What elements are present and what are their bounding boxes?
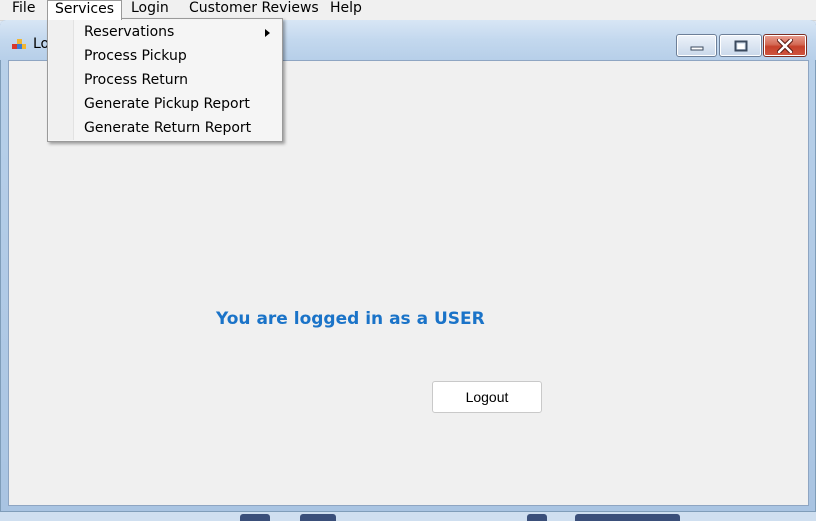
minimize-icon xyxy=(690,46,703,50)
menu-services[interactable]: Services xyxy=(47,0,123,20)
menu-item-process-pickup[interactable]: Process Pickup xyxy=(49,44,281,68)
menu-login[interactable]: Login xyxy=(124,0,176,19)
menu-item-label: Process Return xyxy=(84,72,189,88)
menu-item-label: Generate Pickup Report xyxy=(84,96,250,112)
logout-button[interactable]: Logout xyxy=(432,381,542,413)
menu-item-label: Reservations xyxy=(84,24,175,40)
menu-customer-reviews[interactable]: Customer Reviews xyxy=(182,0,326,19)
menu-item-label: Generate Return Report xyxy=(84,120,252,136)
menu-item-reservations[interactable]: Reservations xyxy=(49,20,281,44)
close-icon xyxy=(777,38,793,53)
menu-item-label: Process Pickup xyxy=(84,48,187,64)
menu-item-generate-pickup-report[interactable]: Generate Pickup Report xyxy=(49,92,281,116)
menu-item-generate-return-report[interactable]: Generate Return Report xyxy=(49,116,281,140)
maximize-icon xyxy=(734,40,747,51)
menu-item-process-return[interactable]: Process Return xyxy=(49,68,281,92)
login-status-label: You are logged in as a USER xyxy=(216,309,485,329)
submenu-arrow-icon xyxy=(265,29,270,37)
close-button[interactable] xyxy=(763,34,807,57)
maximize-button[interactable] xyxy=(719,34,762,57)
app-window-icon xyxy=(11,37,27,53)
menu-file[interactable]: File xyxy=(5,0,42,19)
minimize-button[interactable] xyxy=(676,34,717,57)
menu-help[interactable]: Help xyxy=(323,0,369,19)
services-dropdown: Reservations Process Pickup Process Retu… xyxy=(47,18,283,142)
